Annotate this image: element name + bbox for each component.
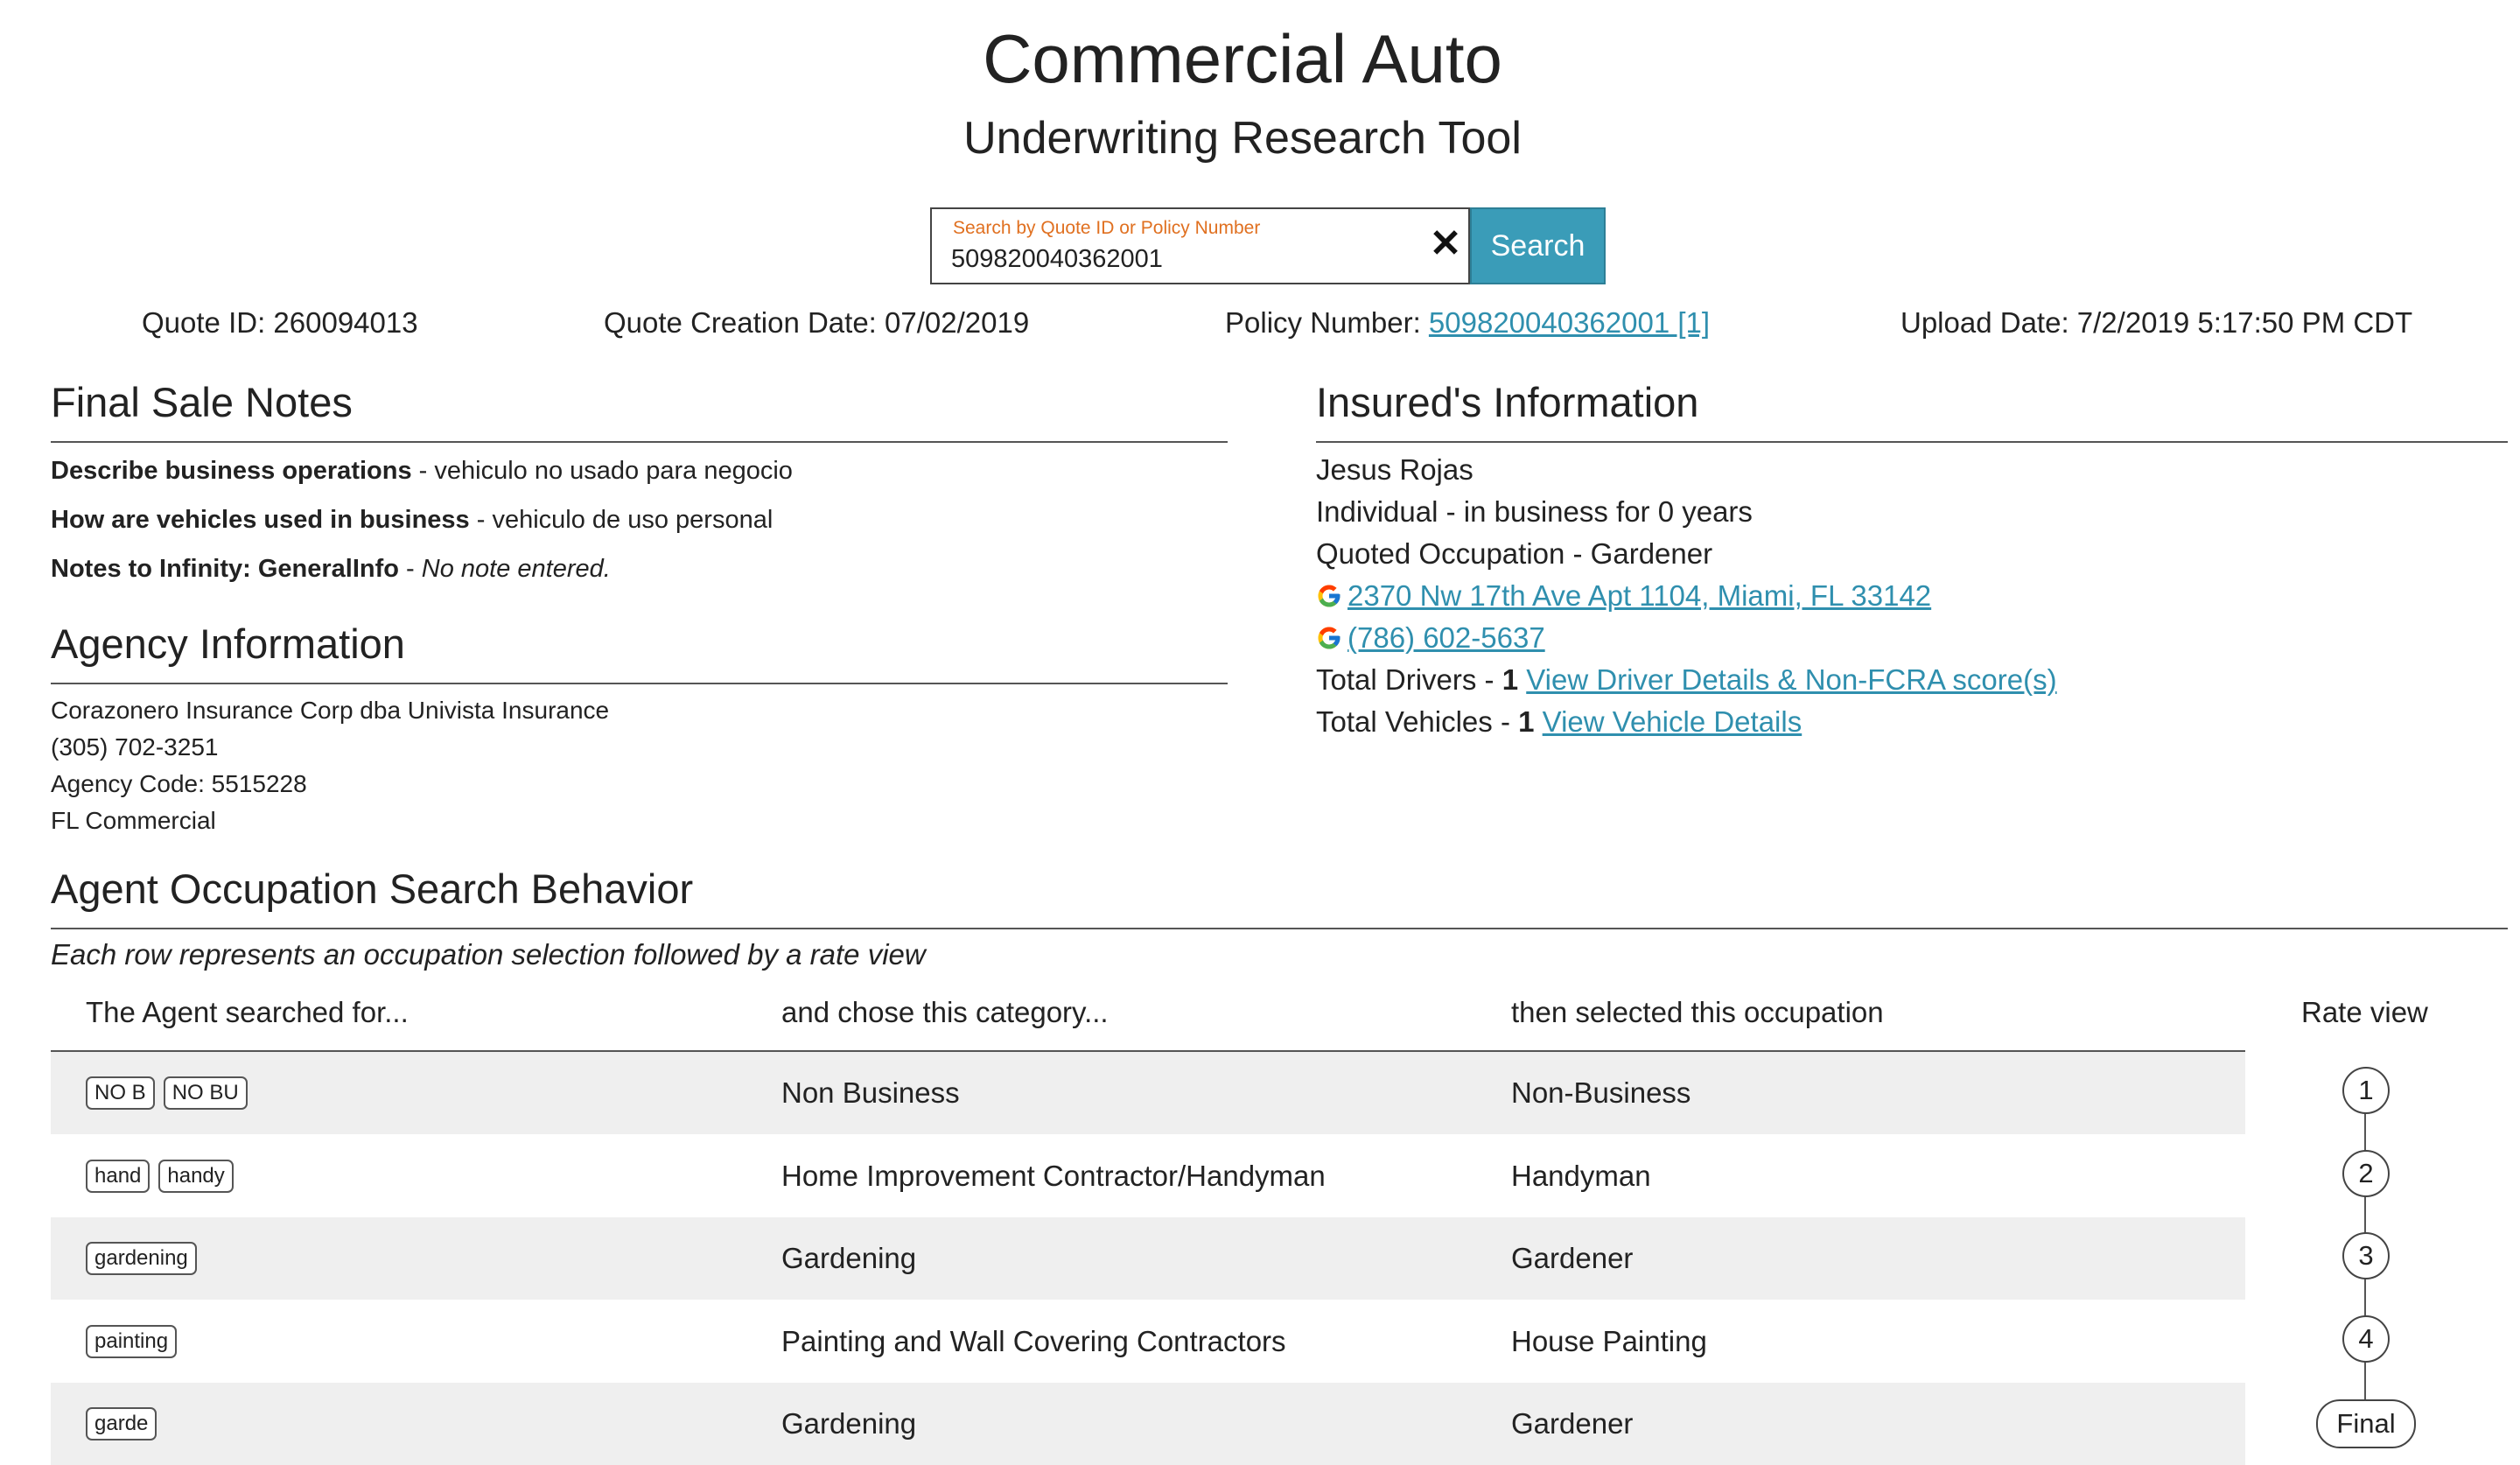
note-separator: - (411, 457, 435, 485)
policy-number-link[interactable]: 509820040362001 [1] (1429, 306, 1710, 339)
column-header-category: and chose this category... (781, 996, 1109, 1028)
search-label: Search by Quote ID or Policy Number (953, 218, 1261, 238)
search-term-tag: hand (86, 1160, 150, 1193)
search-terms: gardening (86, 1217, 197, 1300)
view-driver-details-link[interactable]: View Driver Details & Non-FCRA score(s) (1526, 663, 2056, 696)
quote-creation-date: Quote Creation Date: 07/02/2019 (604, 306, 1030, 339)
quote-id: Quote ID: 260094013 (142, 306, 418, 339)
final-sale-note: Describe business operations - vehiculo … (51, 457, 793, 486)
search-input[interactable] (951, 242, 1389, 276)
agency-line-of-business: FL Commercial (51, 807, 216, 834)
google-g-icon (1318, 585, 1340, 607)
search-terms: NO B NO BU (86, 1052, 248, 1134)
total-drivers-row: Total Drivers - 1 View Driver Details & … (1316, 663, 2057, 697)
rate-view-step-button[interactable]: 2 (2342, 1150, 2390, 1197)
search-button[interactable]: Search (1470, 207, 1606, 284)
occupation-cell: House Painting (1511, 1325, 1707, 1357)
search-term-tag: gardening (86, 1242, 197, 1275)
agency-code: Agency Code: 5515228 (51, 770, 307, 797)
column-header-searched: The Agent searched for... (86, 996, 409, 1028)
upload-date: Upload Date: 7/2/2019 5:17:50 PM CDT (1900, 306, 2413, 339)
note-value: vehiculo no usado para negocio (434, 457, 793, 485)
search-term-tag: handy (158, 1160, 234, 1193)
search-behavior-title: Agent Occupation Search Behavior (51, 866, 694, 912)
final-sale-note: Notes to Infinity: GeneralInfo - No note… (51, 555, 611, 584)
agency-phone: (305) 702-3251 (51, 733, 219, 761)
divider (1316, 441, 2508, 443)
page-title: Commercial Auto (983, 20, 1502, 97)
insured-address-row: 2370 Nw 17th Ave Apt 1104, Miami, FL 331… (1316, 579, 1931, 613)
search-term-tag: NO B (86, 1076, 155, 1110)
insured-entity: Individual - in business for 0 years (1316, 495, 1753, 528)
note-label: How are vehicles used in business (51, 506, 470, 534)
table-row: gardening Gardening Gardener (51, 1217, 2245, 1300)
column-header-occupation: then selected this occupation (1511, 996, 1884, 1028)
search-terms: painting (86, 1300, 178, 1383)
category-cell: Painting and Wall Covering Contractors (781, 1325, 1286, 1357)
insured-phone-link[interactable]: (786) 602-5637 (1348, 621, 1545, 654)
search-term-tag: NO BU (163, 1076, 248, 1110)
note-label: Describe business operations (51, 457, 412, 485)
insured-information-title: Insured's Information (1316, 379, 1699, 425)
occupation-cell: Gardener (1511, 1407, 1634, 1440)
rate-view-final-button[interactable]: Final (2316, 1399, 2416, 1448)
note-value: vehiculo de uso personal (492, 506, 774, 534)
occupation-cell: Handyman (1511, 1160, 1651, 1192)
occupation-cell: Non-Business (1511, 1076, 1691, 1109)
category-cell: Gardening (781, 1407, 917, 1440)
final-sale-note: How are vehicles used in business - vehi… (51, 506, 773, 535)
search-term-tag: garde (86, 1407, 158, 1440)
table-row: painting Painting and Wall Covering Contr… (51, 1300, 2245, 1383)
agency-information-title: Agency Information (51, 620, 405, 667)
page: Commercial Auto Underwriting Research To… (0, 0, 2520, 1465)
divider (51, 441, 1228, 443)
total-vehicles-count: 1 (1518, 705, 1535, 738)
search-term-tag: painting (86, 1325, 178, 1358)
rate-view-step-button[interactable]: 1 (2342, 1067, 2390, 1114)
occupation-cell: Gardener (1511, 1242, 1634, 1274)
view-vehicle-details-link[interactable]: View Vehicle Details (1543, 705, 1802, 738)
table-row: NO B NO BU Non Business Non-Business (51, 1052, 2245, 1134)
category-cell: Non Business (781, 1076, 960, 1109)
policy-number: Policy Number: 509820040362001 [1] (1225, 306, 1710, 340)
final-sale-notes-title: Final Sale Notes (51, 379, 353, 425)
total-vehicles-label: Total Vehicles - (1316, 705, 1519, 738)
insured-occupation: Quoted Occupation - Gardener (1316, 537, 1713, 570)
rate-view-step-button[interactable]: 3 (2342, 1232, 2390, 1279)
insured-name: Jesus Rojas (1316, 453, 1474, 486)
agency-name: Corazonero Insurance Corp dba Univista I… (51, 697, 610, 724)
search-terms: hand handy (86, 1135, 234, 1217)
search-behavior-note: Each row represents an occupation select… (51, 938, 926, 971)
search-box[interactable]: Search by Quote ID or Policy Number (930, 207, 1470, 284)
note-separator: - (398, 555, 422, 583)
clear-search-icon[interactable]: ✕ (1428, 224, 1463, 264)
category-cell: Gardening (781, 1242, 917, 1274)
total-drivers-count: 1 (1502, 663, 1519, 696)
total-vehicles-row: Total Vehicles - 1 View Vehicle Details (1316, 705, 1802, 739)
divider (51, 683, 1228, 684)
table-row: garde Gardening Gardener (51, 1383, 2245, 1465)
search-terms: garde (86, 1383, 158, 1465)
note-value: No note entered. (421, 555, 611, 583)
column-header-rate-view: Rate view (2301, 996, 2428, 1028)
page-subtitle: Underwriting Research Tool (963, 113, 1522, 164)
total-drivers-label: Total Drivers - (1316, 663, 1502, 696)
note-label: Notes to Infinity: GeneralInfo (51, 555, 399, 583)
table-row: hand handy Home Improvement Contractor/Han… (51, 1135, 2245, 1217)
insured-address-link[interactable]: 2370 Nw 17th Ave Apt 1104, Miami, FL 331… (1348, 579, 1931, 612)
policy-number-label: Policy Number: (1225, 306, 1421, 339)
google-g-icon (1318, 627, 1340, 649)
insured-phone-row: (786) 602-5637 (1316, 621, 1545, 655)
divider (51, 928, 2508, 929)
category-cell: Home Improvement Contractor/Handyman (781, 1160, 1326, 1192)
rate-view-step-button[interactable]: 4 (2342, 1315, 2390, 1363)
note-separator: - (469, 506, 493, 534)
